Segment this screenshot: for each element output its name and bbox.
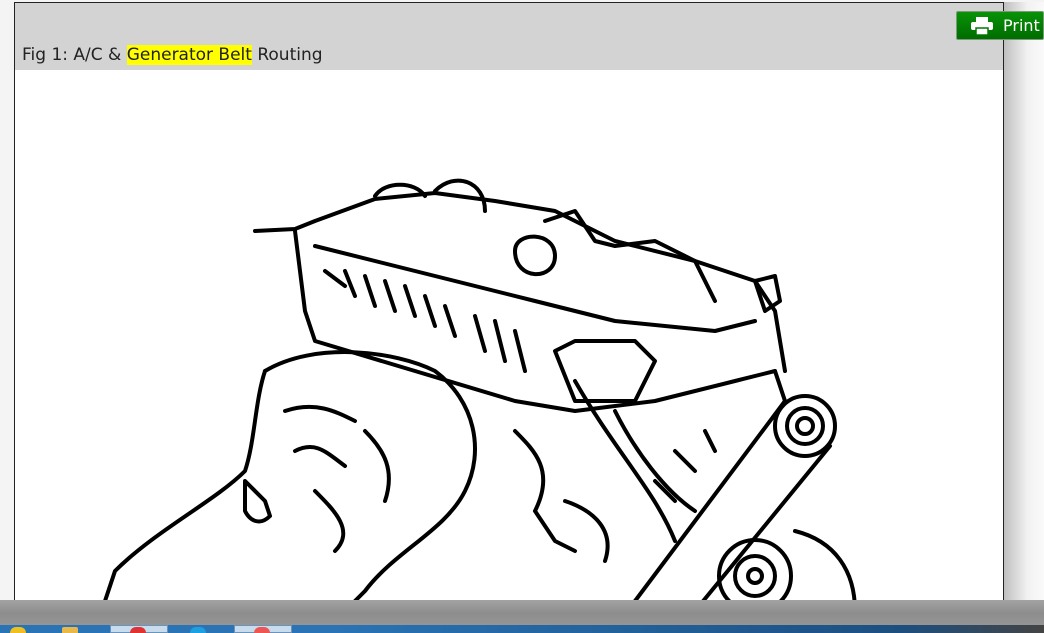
taskbar-tray [320,625,1044,633]
print-label: Print [1003,16,1040,35]
printer-icon [971,16,993,35]
figure-dialog: Fig 1: A/C & Generator Belt Routing [14,2,1004,624]
caption-highlight: Generator Belt [126,45,252,65]
chrome-icon [130,627,146,633]
caption-prefix: Fig 1: A/C & [22,45,127,65]
print-button[interactable]: Print [956,11,1044,40]
app-icon [254,627,270,633]
figure-header: Fig 1: A/C & Generator Belt Routing [15,3,1003,70]
engine-belt-diagram [103,178,857,611]
figure-caption: Fig 1: A/C & Generator Belt Routing [22,45,323,65]
folder-icon[interactable] [62,627,78,633]
taskbar [0,600,1044,633]
ie-icon[interactable] [10,627,26,633]
caption-suffix: Routing [251,45,323,65]
skype-icon[interactable] [190,627,206,633]
dialog-shadow [1003,2,1044,602]
